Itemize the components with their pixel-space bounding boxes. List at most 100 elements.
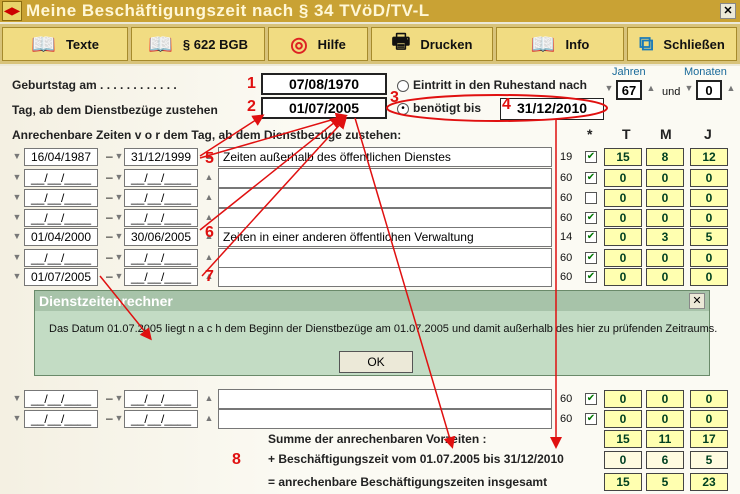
close-icon[interactable]: ✕ bbox=[720, 3, 736, 19]
und-label: und bbox=[662, 86, 681, 98]
row-checkbox[interactable]: ✔ bbox=[585, 413, 597, 425]
row-checkbox[interactable]: ✔ bbox=[585, 271, 597, 283]
row-dash: – bbox=[106, 411, 113, 425]
texte-button[interactable]: 📖 Texte bbox=[2, 27, 128, 61]
row-to-date[interactable]: 31/12/1999 bbox=[124, 148, 198, 166]
row-spin-down[interactable]: ▼ bbox=[12, 414, 22, 423]
summary-line1: Summe der anrechenbaren Vorzeiten : bbox=[268, 432, 487, 446]
row-spin-up[interactable]: ▲ bbox=[204, 173, 214, 182]
row-to-date[interactable]: __/__/____ bbox=[124, 390, 198, 408]
row-to-date[interactable]: __/__/____ bbox=[124, 189, 198, 207]
row-description[interactable]: Zeiten in einer anderen öffentlichen Ver… bbox=[218, 227, 552, 247]
row-spin-up[interactable]: ▲ bbox=[204, 253, 214, 262]
row-m: 0 bbox=[646, 169, 684, 187]
row-from-date[interactable]: 01/07/2005 bbox=[24, 268, 98, 286]
row-spin-up[interactable]: ▲ bbox=[204, 193, 214, 202]
needed-date-field[interactable]: 31/12/2010 bbox=[500, 98, 604, 120]
row-checkbox[interactable]: ✔ bbox=[585, 212, 597, 224]
row-to-date[interactable]: __/__/____ bbox=[124, 268, 198, 286]
row-spin-down[interactable]: ▼ bbox=[114, 414, 124, 423]
row-from-date[interactable]: 01/04/2000 bbox=[24, 228, 98, 246]
row-checkbox[interactable]: ✔ bbox=[585, 231, 597, 243]
bgb-button[interactable]: 📖 § 622 BGB bbox=[131, 27, 265, 61]
row-spin-down[interactable]: ▼ bbox=[12, 272, 22, 281]
annotation-3: 3 bbox=[390, 89, 399, 106]
row-to-date[interactable]: __/__/____ bbox=[124, 249, 198, 267]
row-spin-up[interactable]: ▲ bbox=[204, 213, 214, 222]
row-checkbox[interactable]: ✔ bbox=[585, 151, 597, 163]
title-bar: ◀▶ Meine Beschäftigungszeit nach § 34 TV… bbox=[0, 0, 740, 22]
row-description[interactable] bbox=[218, 248, 552, 268]
row-description[interactable] bbox=[218, 409, 552, 429]
row-from-date[interactable]: __/__/____ bbox=[24, 169, 98, 187]
row-to-date[interactable]: __/__/____ bbox=[124, 410, 198, 428]
row-m: 0 bbox=[646, 390, 684, 408]
row-m: 0 bbox=[646, 189, 684, 207]
row-dash: – bbox=[106, 229, 113, 243]
row-from-date[interactable]: __/__/____ bbox=[24, 410, 98, 428]
jahren-spinner-down[interactable]: ▼ bbox=[604, 84, 614, 93]
row-spin-down[interactable]: ▼ bbox=[114, 272, 124, 281]
row-spin-down[interactable]: ▼ bbox=[114, 193, 124, 202]
row-to-date[interactable]: __/__/____ bbox=[124, 169, 198, 187]
row-description[interactable] bbox=[218, 208, 552, 228]
row-spin-down[interactable]: ▼ bbox=[114, 213, 124, 222]
printer-icon: 🖶 bbox=[391, 31, 411, 53]
row-spin-down[interactable]: ▼ bbox=[114, 232, 124, 241]
jahren-field[interactable]: 67 bbox=[616, 80, 642, 100]
row-description[interactable] bbox=[218, 168, 552, 188]
row-spin-down[interactable]: ▼ bbox=[114, 253, 124, 262]
window-menu-icon[interactable]: ◀▶ bbox=[2, 1, 22, 21]
row-checkbox[interactable] bbox=[585, 192, 597, 204]
row-dash: – bbox=[106, 391, 113, 405]
row-description[interactable] bbox=[218, 267, 552, 287]
row-description[interactable] bbox=[218, 188, 552, 208]
row-spin-down[interactable]: ▼ bbox=[114, 394, 124, 403]
drucken-button[interactable]: 🖶 Drucken bbox=[371, 27, 493, 61]
monaten-field[interactable]: 0 bbox=[696, 80, 722, 100]
birthday-label: Geburtstag am . . . . . . . . . . . . bbox=[12, 78, 177, 92]
row-description[interactable]: Zeiten außerhalb des öffentlichen Dienst… bbox=[218, 147, 552, 167]
row-from-date[interactable]: __/__/____ bbox=[24, 390, 98, 408]
row-count: 60 bbox=[560, 271, 573, 283]
row-from-date[interactable]: __/__/____ bbox=[24, 189, 98, 207]
row-checkbox[interactable]: ✔ bbox=[585, 172, 597, 184]
row-from-date[interactable]: __/__/____ bbox=[24, 249, 98, 267]
row-description[interactable] bbox=[218, 389, 552, 409]
birthday-field[interactable]: 07/08/1970 bbox=[261, 73, 387, 95]
col-t-header: T bbox=[622, 126, 631, 142]
row-spin-up[interactable]: ▲ bbox=[204, 414, 214, 423]
info-button[interactable]: 📖 Info bbox=[496, 27, 624, 61]
jahren-spinner-up[interactable]: ▲ bbox=[646, 84, 656, 93]
monaten-spinner-down[interactable]: ▼ bbox=[684, 84, 694, 93]
schliessen-button[interactable]: ⧉ Schließen bbox=[627, 27, 737, 61]
row-spin-down[interactable]: ▼ bbox=[114, 173, 124, 182]
row-checkbox[interactable]: ✔ bbox=[585, 252, 597, 264]
row-t: 0 bbox=[604, 189, 642, 207]
annotation-5: 5 bbox=[205, 150, 214, 167]
row-spin-up[interactable]: ▲ bbox=[204, 394, 214, 403]
row-spin-down[interactable]: ▼ bbox=[12, 213, 22, 222]
row-to-date[interactable]: __/__/____ bbox=[124, 209, 198, 227]
row-count: 60 bbox=[560, 393, 573, 405]
row-spin-down[interactable]: ▼ bbox=[114, 152, 124, 161]
dialog-close-icon[interactable]: ✕ bbox=[689, 293, 705, 309]
row-to-date[interactable]: 30/06/2005 bbox=[124, 228, 198, 246]
start-date-field[interactable]: 01/07/2005 bbox=[261, 97, 387, 119]
row-spin-down[interactable]: ▼ bbox=[12, 394, 22, 403]
total-m: 5 bbox=[646, 473, 684, 491]
dialog-ok-button[interactable]: OK bbox=[339, 351, 413, 373]
hilfe-button[interactable]: ◎ Hilfe bbox=[268, 27, 368, 61]
row-spin-down[interactable]: ▼ bbox=[12, 193, 22, 202]
row-checkbox[interactable]: ✔ bbox=[585, 393, 597, 405]
row-spin-down[interactable]: ▼ bbox=[12, 253, 22, 262]
row-spin-down[interactable]: ▼ bbox=[12, 152, 22, 161]
message-dialog: Dienstzeitenrechner ✕ Das Datum 01.07.20… bbox=[34, 290, 717, 376]
row-from-date[interactable]: 16/04/1987 bbox=[24, 148, 98, 166]
row-from-date[interactable]: __/__/____ bbox=[24, 209, 98, 227]
row-spin-down[interactable]: ▼ bbox=[12, 232, 22, 241]
monaten-spinner-up[interactable]: ▲ bbox=[726, 84, 736, 93]
row-spin-down[interactable]: ▼ bbox=[12, 173, 22, 182]
col-m-header: M bbox=[660, 126, 672, 142]
row-j: 0 bbox=[690, 169, 728, 187]
